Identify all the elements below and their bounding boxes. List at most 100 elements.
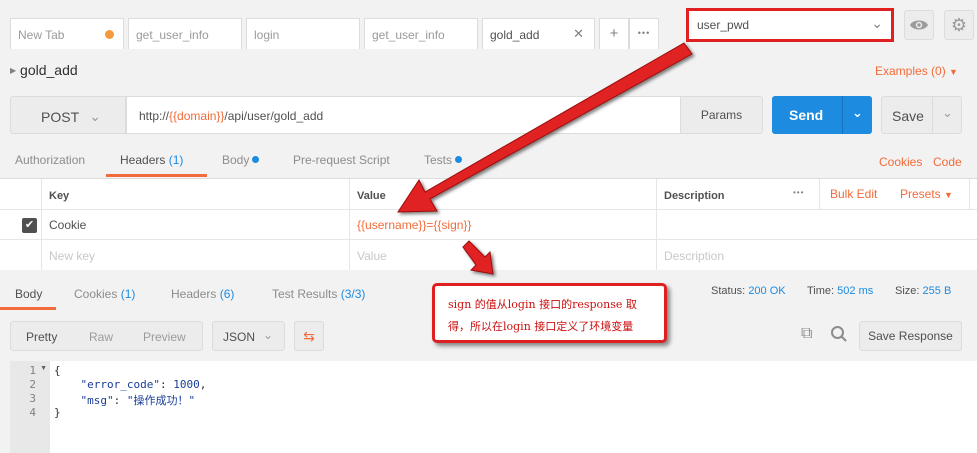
bulk-edit-link[interactable]: Bulk Edit [830, 187, 877, 201]
count-badge: (3/3) [340, 287, 366, 301]
divider [969, 179, 970, 209]
line-number: 3 [29, 392, 36, 405]
code-token: { [54, 364, 61, 377]
presets-dropdown[interactable]: Presets ▼ [900, 187, 953, 201]
cookies-link[interactable]: Cookies [879, 155, 922, 169]
new-value-input[interactable]: Value [349, 240, 656, 271]
add-tab-button[interactable]: + [599, 18, 629, 49]
search-icon[interactable] [830, 325, 848, 348]
chevron-down-icon[interactable]: ⌄ [942, 105, 953, 121]
column-key: Key [41, 179, 349, 209]
tab-label: login [254, 28, 280, 42]
table-row-new: New key Value Description [0, 240, 977, 271]
tab-prerequest-script[interactable]: Pre-request Script [293, 153, 390, 167]
tab-test-results[interactable]: Test Results (3/3) [272, 287, 365, 301]
preview-button[interactable]: Preview [143, 330, 186, 344]
send-button[interactable]: Send ⌄ [772, 96, 872, 134]
wrap-lines-button[interactable]: ⇆ [294, 321, 324, 351]
chevron-down-icon: ⌄ [871, 15, 883, 31]
request-name[interactable]: ▶ gold_add [10, 62, 78, 78]
manage-environments-button[interactable]: ⚙ [944, 10, 974, 40]
examples-dropdown[interactable]: Examples (0) ▼ [875, 64, 958, 78]
tab-response-headers[interactable]: Headers (6) [171, 287, 234, 301]
tab-tests[interactable]: Tests [424, 153, 463, 167]
view-mode-group: Pretty Raw Preview [10, 321, 203, 351]
save-response-button[interactable]: Save Response [859, 321, 962, 351]
code-line: } [54, 406, 61, 419]
header-key-cell[interactable]: Cookie [41, 210, 349, 239]
headers-table: Key Value Description ••• Bulk Edit Pres… [0, 178, 977, 271]
new-key-input[interactable]: New key [41, 240, 349, 271]
divider [819, 179, 820, 209]
tab-new-tab[interactable]: New Tab [10, 18, 124, 49]
tab-label: Headers [171, 287, 217, 301]
header-enabled-checkbox[interactable]: ✔ [22, 218, 37, 233]
tab-authorization[interactable]: Authorization [15, 153, 85, 167]
code-line: "error_code": 1000, [80, 378, 207, 391]
time-value[interactable]: 502 ms [837, 285, 873, 297]
caret-down-icon: ▼ [944, 190, 953, 200]
column-value-label: Value [357, 190, 386, 202]
table-header-row: Key Value Description ••• Bulk Edit Pres… [0, 179, 977, 210]
format-select[interactable]: JSON ⌄ [212, 321, 285, 351]
save-button[interactable]: Save ⌄ [881, 96, 962, 134]
annotation-line: sign 的值从login 接口的response 取 [448, 298, 637, 311]
tab-headers-label: Headers [120, 153, 166, 167]
new-description-input[interactable]: Description [656, 240, 977, 271]
json-string: "操作成功！" [126, 394, 196, 407]
check-icon: ✔ [24, 219, 35, 231]
tab-body[interactable]: Body [222, 153, 260, 167]
tab-login[interactable]: login [246, 18, 360, 49]
environment-select[interactable]: user_pwd ⌄ [686, 8, 894, 42]
fold-icon[interactable]: ▼ [40, 365, 47, 372]
tab-label: gold_add [490, 28, 540, 42]
tab-response-cookies[interactable]: Cookies (1) [74, 287, 135, 301]
environment-quick-look-button[interactable] [904, 10, 934, 40]
params-button[interactable]: Params [680, 96, 763, 134]
more-options-icon[interactable]: ••• [793, 188, 804, 197]
status-dot-icon [252, 156, 260, 163]
tab-label: get_user_info [136, 28, 209, 42]
status-label: Status: [711, 285, 746, 297]
close-tab-icon[interactable]: ✕ [573, 26, 584, 42]
examples-label: Examples (0) [875, 64, 946, 78]
tab-tests-label: Tests [424, 153, 453, 167]
save-label: Save [892, 108, 924, 124]
method-select[interactable]: POST ⌄ [10, 96, 126, 134]
url-input[interactable]: http://{{domain}}/api/user/gold_add [126, 96, 681, 134]
search-icon-svg [831, 326, 847, 342]
caret-down-icon: ▼ [949, 67, 958, 77]
status-value[interactable]: 200 OK [748, 285, 785, 297]
json-key: "msg" [80, 394, 114, 407]
chevron-down-icon: ⌄ [89, 108, 101, 124]
tab-response-body[interactable]: Body [15, 287, 42, 301]
more-tabs-button[interactable]: ••• [629, 18, 659, 49]
line-number-gutter: 1 ▼ 2 3 4 [10, 361, 50, 453]
code-line: { [54, 364, 61, 377]
status-dot-icon [455, 156, 463, 163]
url-path: /api/user/gold_add [224, 109, 324, 123]
json-number: 1000 [173, 378, 200, 391]
raw-button[interactable]: Raw [89, 330, 113, 344]
active-tab-indicator [0, 307, 56, 310]
column-description-label: Description [664, 190, 725, 202]
tab-get-user-info[interactable]: get_user_info [128, 18, 242, 49]
code-token: } [54, 406, 61, 419]
response-time: Time: 502 ms [807, 285, 873, 297]
response-body-editor[interactable]: 1 ▼ 2 3 4 { "error_code": 1000, "msg": "… [10, 361, 977, 453]
header-value-cell[interactable]: {{username}}={{sign}} [349, 210, 656, 239]
tab-label: get_user_info [372, 28, 445, 42]
pretty-button[interactable]: Pretty [26, 330, 57, 344]
json-key: "error_code" [80, 378, 160, 391]
code-link[interactable]: Code [933, 155, 962, 169]
size-value[interactable]: 255 B [923, 285, 952, 297]
line-number: 1 [29, 364, 36, 377]
tab-get-user-info-2[interactable]: get_user_info [364, 18, 478, 49]
tab-label: Cookies [74, 287, 118, 301]
tab-gold-add[interactable]: gold_add ✕ [482, 18, 595, 49]
header-description-cell[interactable] [656, 210, 977, 239]
copy-icon[interactable]: ⧉ [801, 325, 812, 343]
chevron-down-icon[interactable]: ⌄ [852, 105, 863, 121]
tab-headers[interactable]: Headers (1) [120, 153, 183, 167]
tab-body-label: Body [222, 153, 250, 167]
